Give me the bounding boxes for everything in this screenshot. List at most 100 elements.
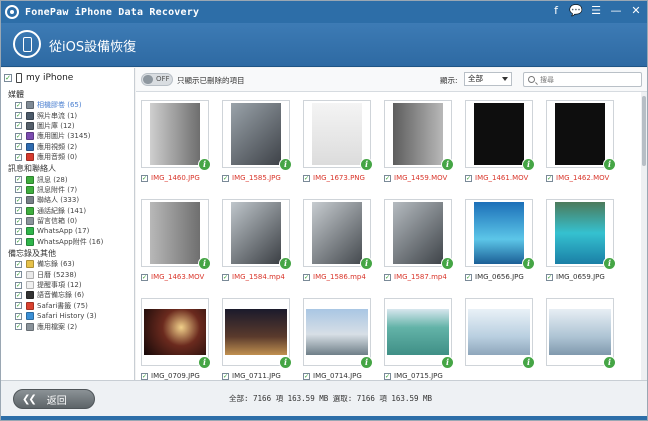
deleted-only-toggle[interactable]: OFF (141, 73, 173, 86)
sidebar-item[interactable]: WhatsApp (17) (1, 226, 134, 236)
file-tile[interactable]: i IMG_1584.mp4 (222, 193, 296, 289)
sidebar-item-checkbox[interactable] (15, 217, 22, 225)
sidebar-item-checkbox[interactable] (15, 207, 22, 215)
file-checkbox[interactable] (384, 174, 391, 182)
file-tile[interactable]: i IMG_1587.mp4 (384, 193, 458, 289)
info-icon[interactable]: i (603, 257, 616, 270)
sidebar-item[interactable]: 相機膠卷 (65) (1, 100, 134, 110)
device-row[interactable]: my iPhone (1, 68, 134, 88)
file-thumbnail[interactable] (222, 298, 290, 366)
info-icon[interactable]: i (279, 356, 292, 369)
file-tile[interactable]: i IMG_1673.PNG (303, 94, 377, 190)
info-icon[interactable]: i (279, 257, 292, 270)
menu-icon[interactable]: ☰ (589, 4, 603, 18)
sidebar-item-checkbox[interactable] (15, 312, 22, 320)
info-icon[interactable]: i (603, 356, 616, 369)
sidebar-item[interactable]: WhatsApp附件 (16) (1, 237, 134, 247)
file-tile[interactable]: i (465, 292, 539, 380)
file-thumbnail[interactable] (546, 100, 614, 168)
info-icon[interactable]: i (522, 158, 535, 171)
sidebar-item-checkbox[interactable] (15, 291, 22, 299)
device-checkbox[interactable] (4, 74, 12, 82)
sidebar-item[interactable]: 聯絡人 (333) (1, 195, 134, 205)
sidebar-item[interactable]: 圖片庫 (12) (1, 121, 134, 131)
file-checkbox[interactable] (303, 273, 310, 281)
info-icon[interactable]: i (279, 158, 292, 171)
info-icon[interactable]: i (441, 356, 454, 369)
file-tile[interactable]: i IMG_1459.MOV (384, 94, 458, 190)
file-checkbox[interactable] (384, 273, 391, 281)
info-icon[interactable]: i (603, 158, 616, 171)
search-box[interactable] (523, 72, 642, 87)
sidebar-item-checkbox[interactable] (15, 271, 22, 279)
sidebar-item-checkbox[interactable] (15, 101, 22, 109)
info-icon[interactable]: i (522, 356, 535, 369)
sidebar-item-checkbox[interactable] (15, 143, 22, 151)
info-icon[interactable]: i (360, 158, 373, 171)
sidebar-item-checkbox[interactable] (15, 176, 22, 184)
file-thumbnail[interactable] (141, 298, 209, 366)
sidebar-item[interactable]: 應用圖片 (3145) (1, 131, 134, 141)
file-checkbox[interactable] (222, 174, 229, 182)
sidebar-item[interactable]: 日曆 (5238) (1, 269, 134, 279)
sidebar-item-checkbox[interactable] (15, 132, 22, 140)
file-checkbox[interactable] (546, 273, 553, 281)
sidebar-item[interactable]: 提醒事項 (12) (1, 280, 134, 290)
sidebar-item[interactable]: 留言信箱 (0) (1, 216, 134, 226)
minimize-icon[interactable]: — (609, 4, 623, 18)
sidebar-item-checkbox[interactable] (15, 112, 22, 120)
info-icon[interactable]: i (198, 257, 211, 270)
sidebar-item-checkbox[interactable] (15, 227, 22, 235)
chat-icon[interactable]: 💬 (569, 4, 583, 18)
close-icon[interactable]: ✕ (629, 4, 643, 18)
show-filter-select[interactable]: 全部 (464, 72, 512, 86)
file-tile[interactable]: i IMG_0709.JPG (141, 292, 215, 380)
file-thumbnail[interactable] (303, 100, 371, 168)
info-icon[interactable]: i (360, 257, 373, 270)
file-tile[interactable]: i IMG_1586.mp4 (303, 193, 377, 289)
file-thumbnail[interactable] (384, 100, 452, 168)
info-icon[interactable]: i (441, 158, 454, 171)
info-icon[interactable]: i (522, 257, 535, 270)
file-thumbnail[interactable] (465, 199, 533, 267)
file-tile[interactable]: i IMG_0659.JPG (546, 193, 620, 289)
file-thumbnail[interactable] (546, 199, 614, 267)
sidebar-item-checkbox[interactable] (15, 196, 22, 204)
file-thumbnail[interactable] (384, 298, 452, 366)
file-checkbox[interactable] (141, 273, 148, 281)
sidebar-item[interactable]: 訊息附件 (7) (1, 185, 134, 195)
sidebar-item[interactable]: 照片串流 (1) (1, 110, 134, 120)
file-thumbnail[interactable] (222, 100, 290, 168)
file-tile[interactable]: i IMG_1461.MOV (465, 94, 539, 190)
file-checkbox[interactable] (384, 372, 391, 380)
sidebar-item-checkbox[interactable] (15, 153, 22, 161)
file-checkbox[interactable] (141, 372, 148, 380)
file-tile[interactable]: i IMG_1463.MOV (141, 193, 215, 289)
sidebar-item[interactable]: 應用音頻 (0) (1, 152, 134, 162)
file-thumbnail[interactable] (141, 199, 209, 267)
info-icon[interactable]: i (198, 356, 211, 369)
scrollbar-thumb[interactable] (642, 96, 646, 166)
sidebar-item-checkbox[interactable] (15, 122, 22, 130)
file-tile[interactable]: i IMG_1462.MOV (546, 94, 620, 190)
file-thumbnail[interactable] (222, 199, 290, 267)
file-tile[interactable]: i IMG_0656.JPG (465, 193, 539, 289)
file-tile[interactable]: i IMG_0711.JPG (222, 292, 296, 380)
sidebar-item[interactable]: 應用檔案 (2) (1, 321, 134, 331)
file-tile[interactable]: i IMG_0715.JPG (384, 292, 458, 380)
file-thumbnail[interactable] (303, 298, 371, 366)
file-thumbnail[interactable] (384, 199, 452, 267)
file-thumbnail[interactable] (141, 100, 209, 168)
sidebar-item-checkbox[interactable] (15, 281, 22, 289)
search-input[interactable] (540, 74, 638, 85)
info-icon[interactable]: i (441, 257, 454, 270)
back-button[interactable]: ❮❮ 返回 (13, 389, 95, 409)
file-tile[interactable]: i IMG_0714.JPG (303, 292, 377, 380)
sidebar-item-checkbox[interactable] (15, 323, 22, 331)
sidebar-item[interactable]: 應用視頻 (2) (1, 142, 134, 152)
info-icon[interactable]: i (360, 356, 373, 369)
sidebar-item[interactable]: 語音備忘錄 (6) (1, 290, 134, 300)
sidebar-item[interactable]: Safari書籤 (75) (1, 301, 134, 311)
sidebar-item-checkbox[interactable] (15, 260, 22, 268)
file-checkbox[interactable] (222, 273, 229, 281)
